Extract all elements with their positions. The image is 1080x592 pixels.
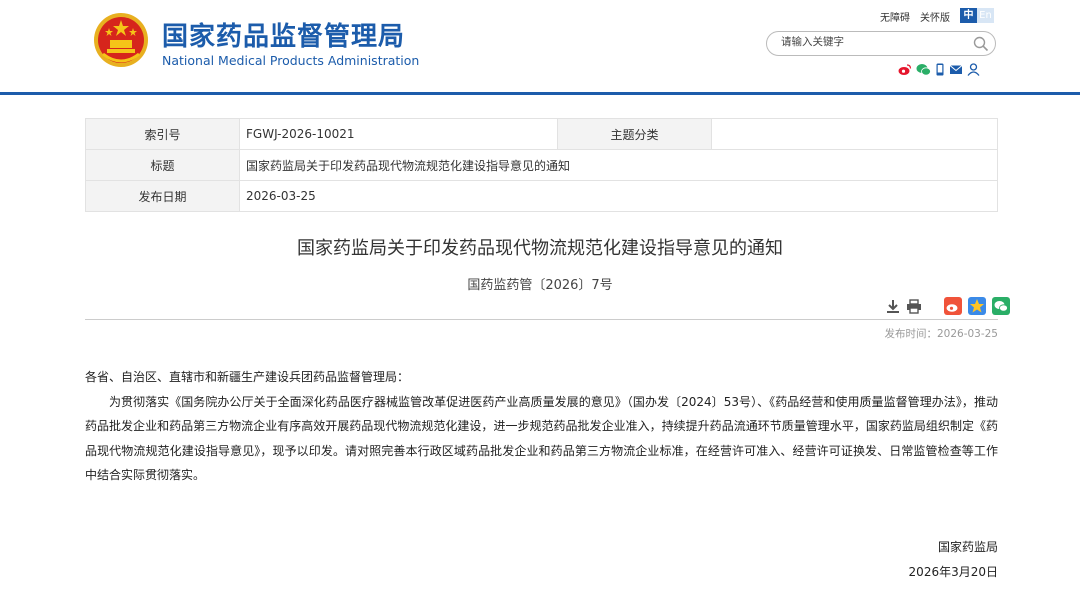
national-emblem-icon[interactable] (93, 12, 149, 68)
site-header: 国家药品监督管理局 National Medical Products Admi… (0, 0, 1080, 92)
site-title-en[interactable]: National Medical Products Administration (162, 53, 419, 68)
index-label: 索引号 (85, 118, 240, 150)
title-label: 标题 (85, 149, 240, 181)
header-divider (0, 92, 1080, 95)
article-title: 国家药监局关于印发药品现代物流规范化建设指导意见的通知 (297, 238, 783, 259)
search-icon[interactable] (973, 36, 989, 52)
table-row: 索引号 FGWJ-2026-10021 主题分类 (85, 118, 998, 150)
body-paragraph: 为贯彻落实《国务院办公厅关于全面深化药品医疗器械监管改革促进医药产业高质量发展的… (85, 394, 998, 483)
signature: 国家药监局 (937, 540, 998, 554)
care-mode-link[interactable]: 关怀版 (920, 13, 950, 24)
lang-en-button[interactable]: En (977, 8, 994, 23)
category-value (711, 118, 998, 150)
user-icon[interactable] (967, 63, 980, 76)
salutation: 各省、自治区、直辖市和新疆生产建设兵团药品监督管理局： (85, 370, 410, 384)
weibo-icon[interactable] (898, 63, 912, 76)
accessibility-link[interactable]: 无障碍 (880, 13, 910, 24)
top-links: 无障碍 关怀版 (880, 9, 960, 24)
download-icon[interactable] (886, 299, 900, 314)
qzone-share-icon[interactable] (968, 297, 986, 315)
search-box (766, 31, 996, 56)
sign-date: 2026年3月20日 (908, 565, 998, 579)
print-icon[interactable] (906, 298, 922, 314)
weibo-share-icon[interactable] (944, 297, 962, 315)
social-links (898, 63, 980, 76)
date-value: 2026-03-25 (239, 180, 998, 212)
wechat-share-icon[interactable] (992, 297, 1010, 315)
document-metadata-table: 索引号 FGWJ-2026-10021 主题分类 标题 国家药监局关于印发药品现… (85, 118, 998, 212)
table-row: 标题 国家药监局关于印发药品现代物流规范化建设指导意见的通知 (85, 149, 998, 181)
date-label: 发布日期 (85, 180, 240, 212)
wechat-icon[interactable] (916, 63, 931, 76)
category-label: 主题分类 (557, 118, 712, 150)
publish-time: 发布时间：2026-03-25 (884, 326, 998, 341)
mobile-icon[interactable] (935, 63, 945, 76)
index-value: FGWJ-2026-10021 (239, 118, 558, 150)
article-body: 各省、自治区、直辖市和新疆生产建设兵团药品监督管理局： 为贯彻落实《国务院办公厅… (85, 365, 998, 488)
language-switch: 中 En (960, 8, 994, 23)
site-title-cn[interactable]: 国家药品监督管理局 (162, 16, 405, 53)
publish-time-value: 2026-03-25 (936, 328, 998, 340)
table-row: 发布日期 2026-03-25 (85, 180, 998, 212)
article-tools (886, 297, 1010, 315)
mail-icon[interactable] (949, 63, 963, 76)
lang-cn-button[interactable]: 中 (960, 8, 977, 23)
publish-time-label: 发布时间： (884, 328, 937, 340)
document-number: 国药监药管〔2026〕7号 (467, 278, 613, 293)
search-input[interactable] (781, 36, 971, 48)
article-divider (85, 319, 998, 320)
title-value: 国家药监局关于印发药品现代物流规范化建设指导意见的通知 (239, 149, 998, 181)
